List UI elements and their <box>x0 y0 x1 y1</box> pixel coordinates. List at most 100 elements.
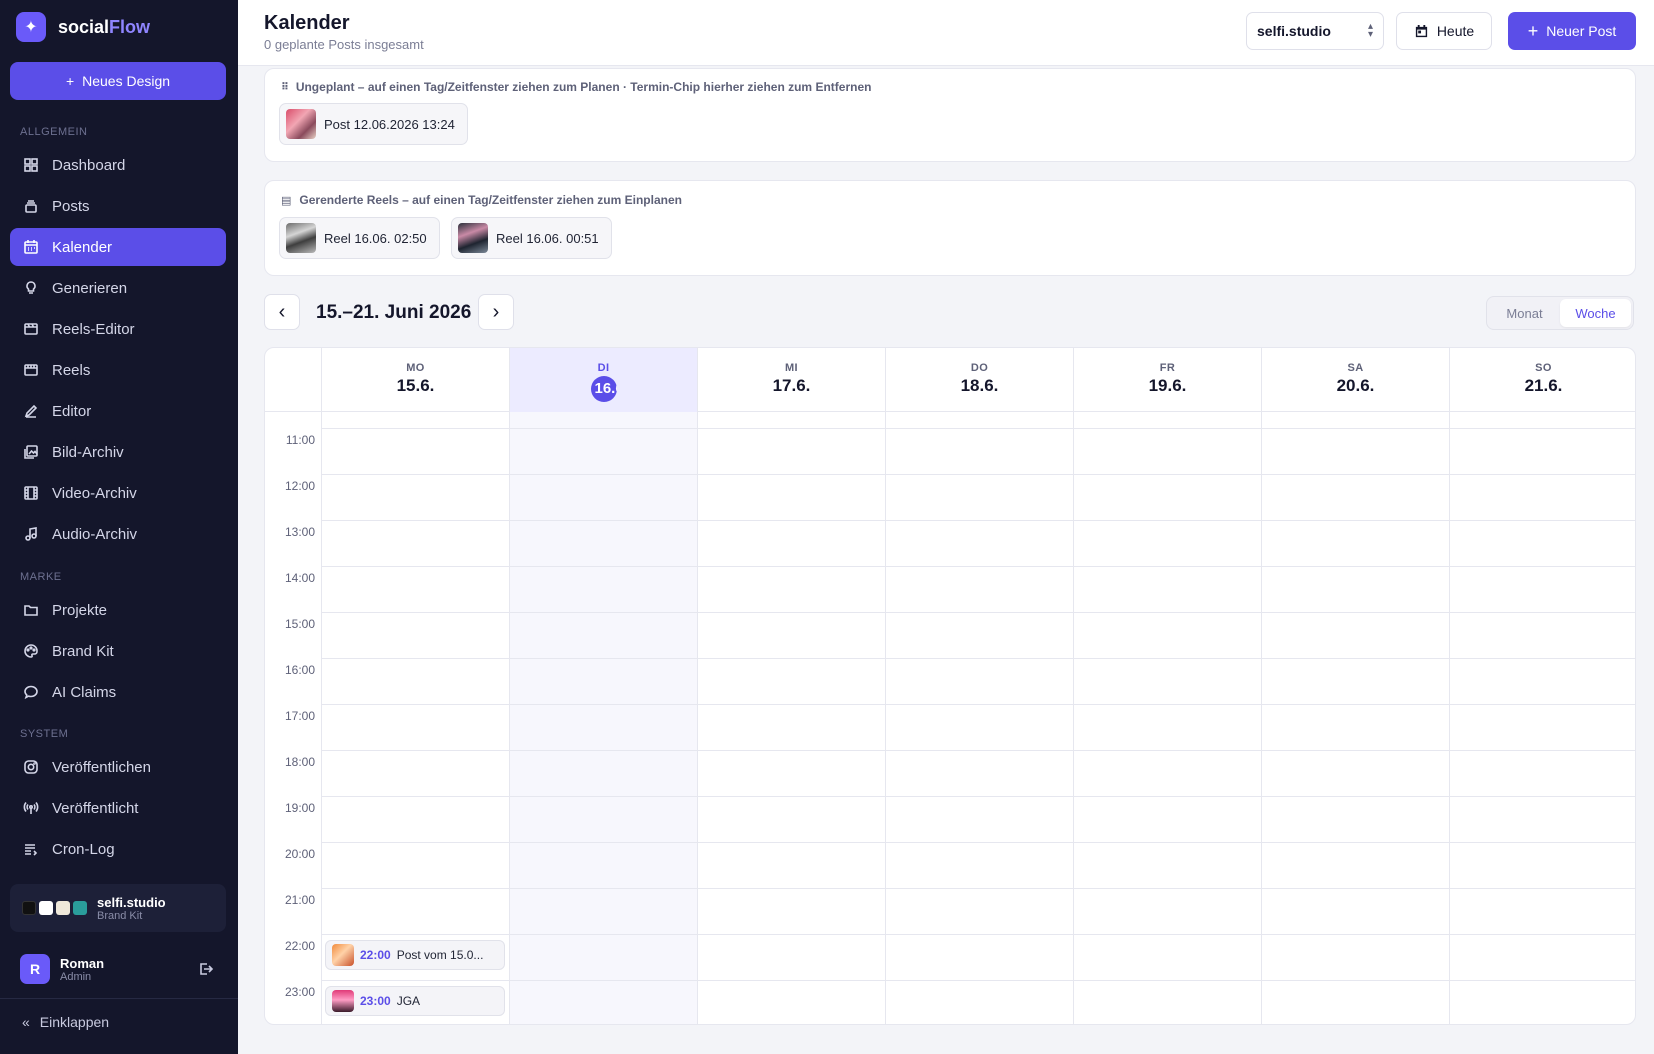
app-logo[interactable]: ✦ socialFlow <box>16 12 150 42</box>
day-header-so[interactable]: SO 21.6. <box>1449 348 1635 412</box>
sidebar: ✦ socialFlow + Neues Design ALLGEMEIN Da… <box>0 0 238 1054</box>
logout-icon[interactable] <box>196 959 216 979</box>
sidebar-item-audio-archiv[interactable]: Audio-Archiv <box>10 515 226 553</box>
day-dow: MI <box>784 362 799 374</box>
sidebar-item-video-archiv[interactable]: Video-Archiv <box>10 474 226 512</box>
event-thumbnail <box>332 990 354 1012</box>
unscheduled-label: Ungeplant – auf einen Tag/Zeitfenster zi… <box>295 80 872 94</box>
film-edit-icon <box>22 320 40 338</box>
day-date: 18.6. <box>960 376 999 395</box>
sidebar-item-label: Cron-Log <box>52 840 115 858</box>
day-header-di[interactable]: DI 16.6. <box>509 348 697 412</box>
sidebar-item-brand-kit[interactable]: Brand Kit <box>10 632 226 670</box>
sidebar-item-editor[interactable]: Editor <box>10 392 226 430</box>
brand-select-value: selfi.studio <box>1257 23 1331 39</box>
sidebar-item-posts[interactable]: Posts <box>10 187 226 225</box>
view-month[interactable]: Monat <box>1489 299 1560 327</box>
broadcast-icon <box>22 799 40 817</box>
day-header-mi[interactable]: MI 17.6. <box>697 348 885 412</box>
hour-line <box>321 750 1635 751</box>
view-week[interactable]: Woche <box>1560 299 1631 327</box>
day-header-mo[interactable]: MO 15.6. <box>321 348 509 412</box>
sidebar-item-label: Kalender <box>52 238 113 256</box>
drag-handle-icon: ⠿ <box>281 81 289 93</box>
event-title: Post vom 15.0... <box>396 948 484 962</box>
day-dow: MO <box>406 362 425 374</box>
brand-swatch <box>73 901 87 915</box>
brand-swatches <box>22 901 87 915</box>
week-title: 15.–21. Juni 2026 <box>316 302 472 323</box>
avatar[interactable]: R <box>20 954 50 984</box>
brand-select[interactable]: selfi.studio ▴ ▾ <box>1246 12 1384 50</box>
brand-card[interactable]: selfi.studio Brand Kit <box>10 884 226 932</box>
new-design-label: Neues Design <box>82 73 171 89</box>
sidebar-item-veroeffentlicht[interactable]: Veröffentlicht <box>10 789 226 827</box>
sidebar-item-ai-claims[interactable]: AI Claims <box>10 673 226 711</box>
time-label: 14:00 <box>284 571 315 585</box>
hour-line <box>321 520 1635 521</box>
day-header-fr[interactable]: FR 19.6. <box>1073 348 1261 412</box>
calendar-icon <box>22 238 40 256</box>
calendar-event[interactable]: 22:00 Post vom 15.0... <box>325 940 505 970</box>
today-label: Heute <box>1436 23 1475 39</box>
user-role: Admin <box>60 970 92 983</box>
unscheduled-post-chip[interactable]: Post 12.06.2026 13:24 <box>279 103 468 145</box>
sidebar-item-dashboard[interactable]: Dashboard <box>10 146 226 184</box>
new-post-label: Neuer Post <box>1546 23 1617 39</box>
image-archive-icon <box>22 443 40 461</box>
sidebar-item-generieren[interactable]: Generieren <box>10 269 226 307</box>
section-label-brand: MARKE <box>20 571 62 583</box>
sidebar-item-label: Editor <box>52 402 92 420</box>
hour-line <box>321 612 1635 613</box>
plus-icon: + <box>65 73 75 89</box>
sidebar-item-label: Brand Kit <box>52 642 114 660</box>
instagram-icon <box>22 758 40 776</box>
hour-line <box>321 658 1635 659</box>
hour-line <box>321 428 1635 429</box>
sidebar-item-cron-log[interactable]: Cron-Log <box>10 830 226 868</box>
sidebar-item-veroeffentlichen[interactable]: Veröffentlichen <box>10 748 226 786</box>
event-time: 22:00 <box>360 948 391 962</box>
new-post-button[interactable]: + Neuer Post <box>1508 12 1636 50</box>
week-calendar: MO 15.6. DI 16.6. MI 17.6. DO 18.6. FR 1… <box>264 347 1636 1025</box>
reels-label: Gerenderte Reels – auf einen Tag/Zeitfen… <box>299 193 682 207</box>
chip-label: Reel 16.06. 00:51 <box>496 230 599 246</box>
chip-label: Post 12.06.2026 13:24 <box>324 116 455 132</box>
sidebar-item-label: Veröffentlicht <box>52 799 139 817</box>
sidebar-item-reels-editor[interactable]: Reels-Editor <box>10 310 226 348</box>
header: Kalender 0 geplante Posts insgesamt self… <box>238 0 1654 66</box>
reel-chip[interactable]: Reel 16.06. 02:50 <box>279 217 440 259</box>
page-subtitle: 0 geplante Posts insgesamt <box>264 37 424 52</box>
reels-panel: ▤ Gerenderte Reels – auf einen Tag/Zeitf… <box>264 180 1636 276</box>
time-label: 16:00 <box>284 663 315 677</box>
sidebar-item-kalender[interactable]: Kalender <box>10 228 226 266</box>
new-design-button[interactable]: + Neues Design <box>10 62 226 100</box>
time-label: 20:00 <box>284 847 315 861</box>
hour-line <box>321 704 1635 705</box>
day-header-do[interactable]: DO 18.6. <box>885 348 1073 412</box>
time-label: 15:00 <box>284 617 315 631</box>
hour-line <box>321 474 1635 475</box>
palette-icon <box>22 642 40 660</box>
day-dow: FR <box>1159 362 1176 374</box>
sidebar-item-label: Dashboard <box>52 156 126 174</box>
day-header-sa[interactable]: SA 20.6. <box>1261 348 1449 412</box>
sidebar-item-reels[interactable]: Reels <box>10 351 226 389</box>
prev-week-button[interactable]: ‹ <box>264 294 300 330</box>
time-label: 11:00 <box>285 433 315 447</box>
sidebar-item-bild-archiv[interactable]: Bild-Archiv <box>10 433 226 471</box>
view-toggle: Monat Woche <box>1486 296 1634 330</box>
sidebar-item-label: Reels <box>52 361 91 379</box>
next-week-button[interactable]: › <box>478 294 514 330</box>
today-button[interactable]: Heute <box>1396 12 1492 50</box>
plus-icon: + <box>1527 20 1539 41</box>
time-label: 12:00 <box>284 479 315 493</box>
calendar-event[interactable]: 23:00 JGA <box>325 986 505 1016</box>
collapse-button[interactable]: « Einklappen <box>22 1014 109 1030</box>
reel-chip[interactable]: Reel 16.06. 00:51 <box>451 217 612 259</box>
day-dow: SO <box>1535 362 1552 374</box>
stack-icon <box>22 197 40 215</box>
brand-swatch <box>22 901 36 915</box>
sidebar-item-projekte[interactable]: Projekte <box>10 591 226 629</box>
day-date: 20.6. <box>1336 376 1375 395</box>
